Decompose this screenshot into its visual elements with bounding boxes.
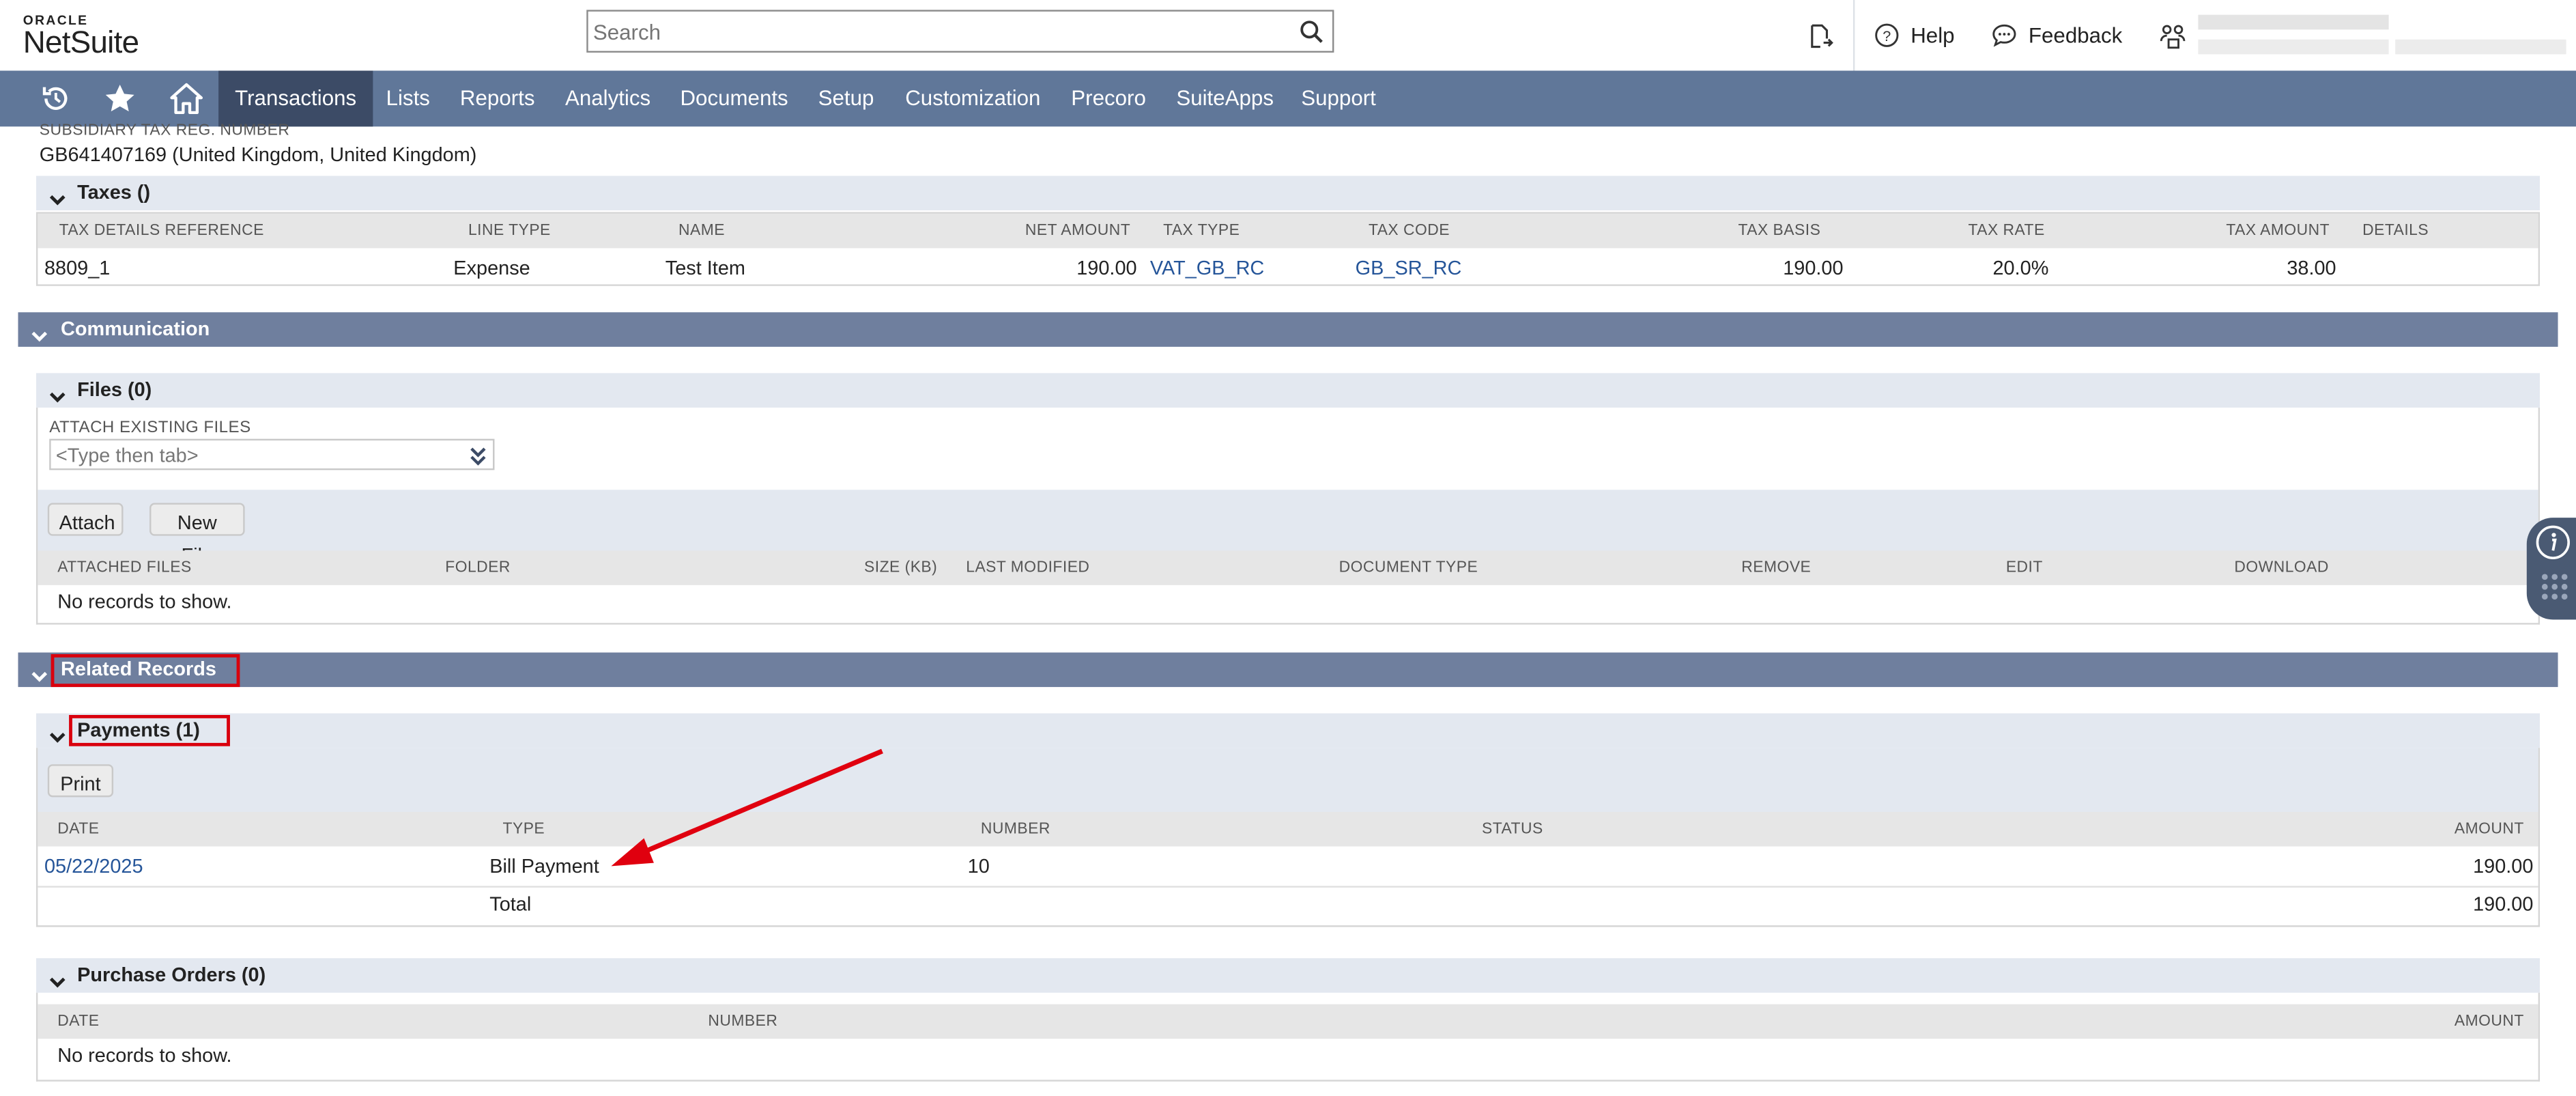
grid-dots-icon[interactable]	[2540, 572, 2569, 610]
red-arrow-annotation	[611, 748, 883, 867]
purchase-orders-subsection-header[interactable]: Purchase Orders (0)	[35, 958, 2541, 993]
purchase-orders-title: Purchase Orders (0)	[77, 963, 266, 987]
col-amount[interactable]: AMOUNT	[2455, 1013, 2524, 1030]
col-date[interactable]: DATE	[57, 1013, 99, 1030]
side-tools-widget[interactable]	[2526, 518, 2576, 620]
purchase-orders-empty-message: No records to show.	[57, 1043, 232, 1067]
purchase-orders-table-header: DATE NUMBER AMOUNT	[38, 1004, 2538, 1039]
col-number[interactable]: NUMBER	[708, 1013, 777, 1030]
purchase-orders-panel: DATE NUMBER AMOUNT No records to show.	[35, 992, 2541, 1082]
info-icon[interactable]	[2535, 524, 2571, 569]
